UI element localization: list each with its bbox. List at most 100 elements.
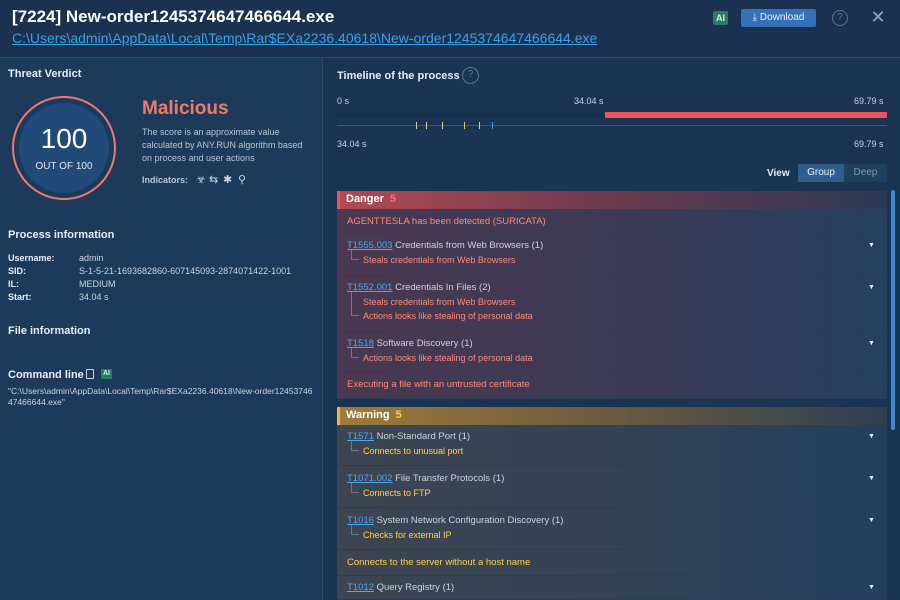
bug-icon[interactable]: ✱	[223, 173, 232, 186]
behavior-row[interactable]: Connects to the server without a host na…	[337, 550, 887, 576]
file-info-title[interactable]: File information	[8, 325, 91, 337]
agenttesla-detection: AGENTTESLA has been detected (SURICATA)	[347, 216, 546, 227]
behavior-row[interactable]: AGENTTESLA has been detected (SURICATA)	[337, 209, 887, 234]
right-panel: Timeline of the process ? 0 s 34.04 s 69…	[324, 58, 900, 600]
technique-row[interactable]: T1012 Query Registry (1) ▼	[337, 576, 887, 600]
technique-name: System Network Configuration Discovery (…	[373, 515, 564, 526]
view-label: View	[767, 168, 790, 179]
threat-verdict-title: Threat Verdict	[8, 68, 82, 80]
tree-connector	[351, 525, 359, 535]
scrollbar[interactable]	[891, 190, 895, 430]
technique-detail: Steals credentials from Web Browsers	[363, 297, 516, 307]
technique-row[interactable]: T1518 Software Discovery (1) Actions loo…	[337, 332, 887, 372]
tree-connector	[351, 483, 359, 493]
tree-connector	[351, 348, 359, 358]
technique-row[interactable]: T1071.002 File Transfer Protocols (1) Co…	[337, 466, 887, 508]
chevron-down-icon[interactable]: ▼	[868, 340, 875, 347]
technique-link[interactable]: T1012	[347, 582, 374, 593]
score-ring: 100 OUT OF 100	[12, 96, 116, 200]
command-line-text: "C:\Users\admin\AppData\Local\Temp\Rar$E…	[8, 386, 313, 407]
username-key: Username:	[8, 253, 55, 263]
chevron-down-icon[interactable]: ▼	[868, 433, 875, 440]
help-icon[interactable]: ?	[832, 10, 848, 26]
tree-connector	[351, 250, 359, 260]
technique-row[interactable]: T1555.003 Credentials from Web Browsers …	[337, 234, 887, 276]
score-max-label: OUT OF 100	[35, 161, 93, 172]
warning-count: 5	[395, 409, 402, 421]
il-key: IL:	[8, 279, 19, 289]
chevron-down-icon[interactable]: ▼	[868, 517, 875, 524]
timeline-event-tick[interactable]	[416, 122, 417, 129]
timeline-bottom-start-label: 34.04 s	[337, 139, 367, 149]
view-group-button[interactable]: Group	[798, 164, 844, 182]
arrows-exchange-icon[interactable]: ⇆	[209, 173, 218, 186]
timeline-start-label: 0 s	[337, 96, 350, 106]
network-icon[interactable]: ⚲	[238, 173, 246, 186]
download-button[interactable]: ⤓ Download	[741, 9, 816, 27]
timeline-event-tick[interactable]	[426, 122, 427, 129]
timeline-event-tick[interactable]	[442, 122, 443, 129]
tree-connector	[351, 292, 359, 316]
technique-detail: Connects to FTP	[363, 488, 431, 498]
title-bar: [7224] New-order1245374647466644.exe C:\…	[0, 0, 900, 58]
technique-detail: Actions looks like stealing of personal …	[363, 311, 533, 321]
start-value: 34.04 s	[79, 292, 109, 302]
untrusted-cert-detection: Executing a file with an untrusted certi…	[347, 379, 530, 390]
command-line-title: Command line	[8, 369, 84, 381]
timeline-event-tick[interactable]	[492, 122, 493, 129]
command-ai-badge[interactable]: AI	[101, 369, 112, 379]
timeline-event-tick[interactable]	[464, 122, 465, 129]
timeline-event-tick[interactable]	[479, 122, 480, 129]
danger-group-header[interactable]: Danger 5	[337, 191, 887, 209]
il-value: MEDIUM	[79, 279, 116, 289]
timeline-bottom-end-label: 69.79 s	[854, 139, 884, 149]
verdict-description: The score is an approximate value calcul…	[142, 127, 303, 163]
chevron-down-icon[interactable]: ▼	[868, 284, 875, 291]
behavior-row[interactable]: Executing a file with an untrusted certi…	[337, 372, 887, 399]
technique-name: Credentials from Web Browsers (1)	[392, 240, 544, 251]
verdict-label: Malicious	[142, 98, 229, 119]
timeline-help-icon[interactable]: ?	[462, 67, 479, 84]
username-value: admin	[79, 253, 104, 263]
biohazard-icon[interactable]: ☣	[196, 173, 206, 186]
timeline-title: Timeline of the process	[337, 70, 460, 82]
technique-name: Software Discovery (1)	[373, 338, 473, 349]
danger-count: 5	[389, 193, 397, 205]
technique-detail: Connects to unusual port	[363, 446, 464, 456]
chevron-down-icon[interactable]: ▼	[868, 584, 875, 591]
timeline-mid-label: 34.04 s	[574, 96, 604, 106]
technique-detail: Checks for external IP	[363, 530, 452, 540]
ai-badge[interactable]: AI	[713, 11, 728, 25]
technique-name: Non-Standard Port (1)	[373, 431, 471, 442]
technique-row[interactable]: T1016 System Network Configuration Disco…	[337, 508, 887, 550]
technique-name: Credentials In Files (2)	[392, 282, 491, 293]
left-panel: Threat Verdict 100 OUT OF 100 Malicious …	[0, 58, 323, 600]
copy-icon[interactable]	[86, 369, 94, 379]
technique-detail: Steals credentials from Web Browsers	[363, 255, 516, 265]
warning-label: Warning	[346, 409, 390, 421]
process-path-link[interactable]: C:\Users\admin\AppData\Local\Temp\Rar$EX…	[12, 30, 597, 46]
tree-connector	[351, 441, 359, 451]
no-hostname-detection: Connects to the server without a host na…	[347, 557, 531, 568]
start-key: Start:	[8, 292, 32, 302]
process-title: [7224] New-order1245374647466644.exe	[12, 7, 335, 26]
timeline-axis	[337, 125, 887, 126]
technique-row[interactable]: T1571 Non-Standard Port (1) Connects to …	[337, 425, 887, 466]
process-info-title: Process information	[8, 229, 115, 241]
chevron-down-icon[interactable]: ▼	[868, 242, 875, 249]
view-deep-button[interactable]: Deep	[844, 164, 887, 182]
timeline-track[interactable]	[337, 112, 887, 118]
chevron-down-icon[interactable]: ▼	[868, 475, 875, 482]
sid-key: SID:	[8, 266, 26, 276]
timeline-end-label: 69.79 s	[854, 96, 884, 106]
warning-group-header[interactable]: Warning 5	[337, 407, 887, 425]
close-icon[interactable]: ✕	[870, 8, 886, 26]
sid-value: S-1-5-21-1693682860-607145093-2874071422…	[79, 266, 292, 276]
score-value: 100	[40, 123, 88, 154]
technique-name: File Transfer Protocols (1)	[392, 473, 505, 484]
process-lifetime-bar	[605, 112, 887, 118]
danger-label: Danger	[346, 193, 384, 205]
indicators-label: Indicators:	[142, 175, 189, 185]
score-circle: 100 OUT OF 100	[19, 103, 109, 193]
technique-row[interactable]: T1552.001 Credentials In Files (2) Steal…	[337, 276, 887, 332]
